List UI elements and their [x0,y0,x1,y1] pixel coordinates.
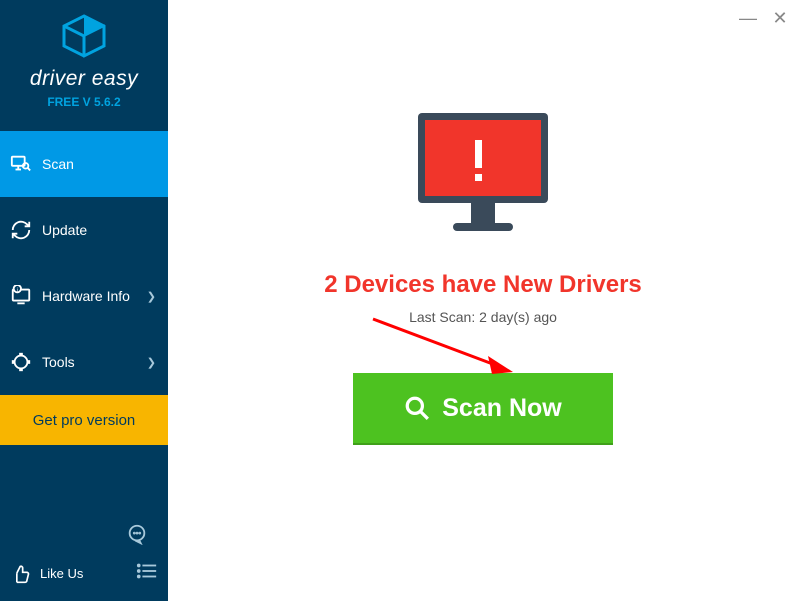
pro-button-label: Get pro version [33,412,136,429]
version-text: FREE V 5.6.2 [0,95,168,109]
sidebar-item-label: Update [42,222,87,238]
minimize-icon[interactable]: — [738,8,758,29]
hardware-info-icon: i [10,285,32,307]
svg-text:i: i [17,287,18,293]
sidebar-nav: Scan Update i Hardware Info ❯ [0,131,168,395]
close-icon[interactable]: ✕ [770,8,790,29]
chevron-right-icon: ❯ [147,290,156,303]
logo-area: driver easy FREE V 5.6.2 [0,0,168,119]
scan-button-label: Scan Now [442,394,561,423]
monitor-search-icon [10,153,32,175]
sidebar-item-tools[interactable]: Tools ❯ [0,329,168,395]
window-controls: — ✕ [738,8,790,29]
sidebar-item-update[interactable]: Update [0,197,168,263]
main-content: — ✕ 2 Devices have New Drivers Last Scan… [168,0,798,601]
get-pro-button[interactable]: Get pro version [0,395,168,445]
chevron-right-icon: ❯ [147,356,156,369]
alert-monitor-icon [408,108,558,243]
refresh-icon [10,219,32,241]
sidebar-item-label: Scan [42,156,74,172]
menu-list-icon[interactable] [136,562,158,585]
app-logo-icon [60,14,108,63]
sidebar-item-hardware-info[interactable]: i Hardware Info ❯ [0,263,168,329]
sidebar-item-label: Hardware Info [42,288,130,304]
status-headline: 2 Devices have New Drivers [168,271,798,299]
sidebar: driver easy FREE V 5.6.2 Scan Update [0,0,168,601]
feedback-icon[interactable] [126,523,148,550]
brand-text: driver easy [0,67,168,91]
like-us-button[interactable]: Like Us [10,563,83,585]
thumbs-up-icon [10,563,32,585]
annotation-arrow-icon [368,314,518,389]
like-us-label: Like Us [40,566,83,581]
sidebar-item-label: Tools [42,354,75,370]
tools-icon [10,351,32,373]
sidebar-item-scan[interactable]: Scan [0,131,168,197]
sidebar-bottom: Like Us [0,507,168,601]
search-icon [404,395,430,421]
